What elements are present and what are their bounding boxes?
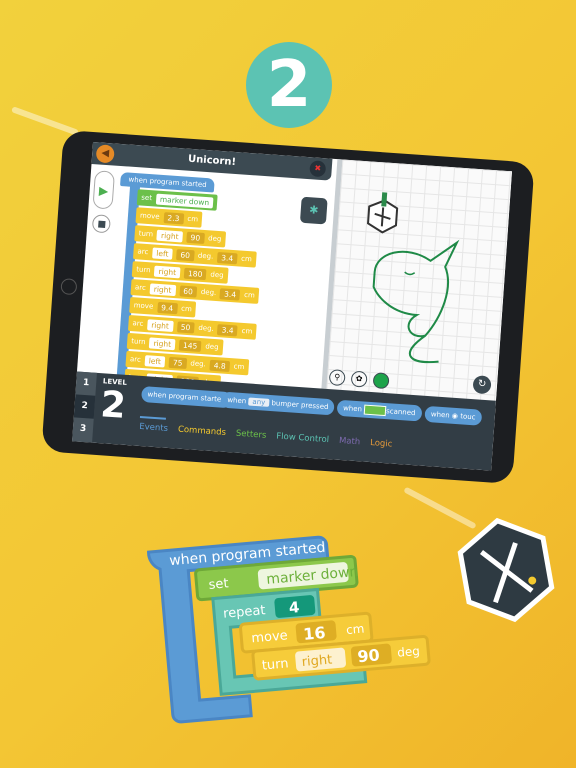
showcase-blocks: when program started set marker down rep…	[147, 517, 555, 724]
showcase-move-value-text: 16	[302, 623, 326, 644]
showcase-turn-unit: deg	[397, 644, 421, 660]
showcase-repeat-value-text: 4	[288, 598, 300, 617]
showcase-set-text: set	[208, 576, 229, 593]
showcase-turn-text: turn	[261, 656, 289, 673]
showcase-turn-dir-text: right	[301, 653, 333, 671]
showcase-move-text: move	[251, 628, 288, 646]
showcase-move-unit: cm	[345, 622, 364, 638]
robot-icon	[457, 517, 555, 623]
showcase-turn-value-text: 90	[357, 645, 381, 666]
